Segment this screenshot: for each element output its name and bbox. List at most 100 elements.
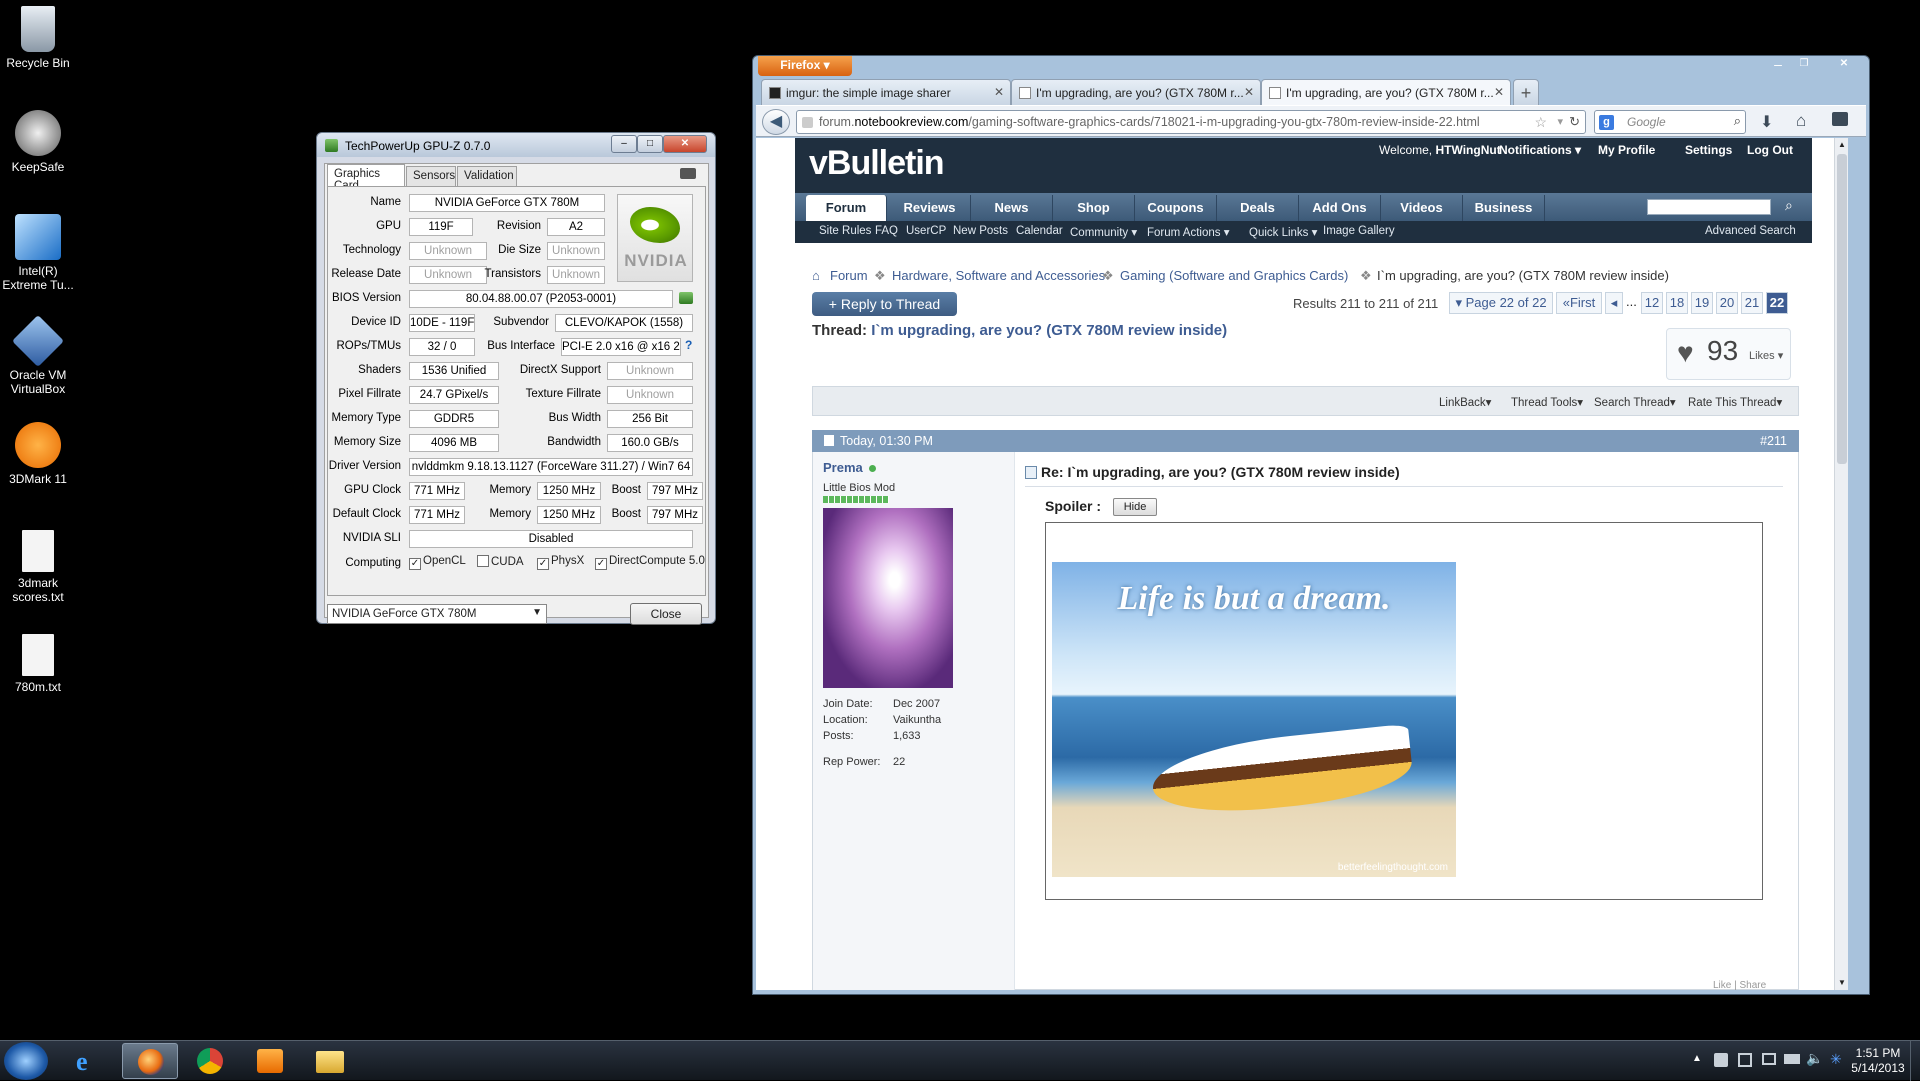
settings-link[interactable]: Settings [1685, 143, 1732, 157]
desktop-icon-keepsafe[interactable]: KeepSafe [0, 110, 76, 174]
likes-box[interactable]: ♥ 93 Likes ▾ [1666, 328, 1791, 380]
post-author-link[interactable]: Prema [823, 460, 877, 475]
page-first-link[interactable]: «First [1556, 292, 1602, 314]
bookmark-star-icon[interactable]: ☆ [1534, 114, 1547, 131]
browser-tab-imgur[interactable]: imgur: the simple image sharer ✕ [761, 79, 1011, 105]
nav-reviews[interactable]: Reviews [889, 195, 971, 221]
page-link-21[interactable]: 21 [1741, 292, 1763, 314]
home-icon[interactable]: ⌂ [1796, 111, 1806, 131]
maximize-button[interactable]: □ [637, 135, 663, 153]
checkbox-directcompute[interactable]: ✓ DirectCompute 5.0 [595, 555, 705, 570]
vbulletin-logo[interactable]: vBulletin [809, 144, 945, 183]
nav-videos[interactable]: Videos [1381, 195, 1463, 221]
close-icon[interactable]: ✕ [663, 135, 707, 153]
search-icon[interactable]: ⌕ [1785, 197, 1793, 214]
page-scrollbar[interactable]: ▲ ▼ [1834, 138, 1848, 990]
gpuz-titlebar[interactable]: TechPowerUp GPU-Z 0.7.0 – □ ✕ [317, 133, 715, 157]
tray-power-icon[interactable] [1784, 1054, 1800, 1064]
desktop-icon-recycle-bin[interactable]: Recycle Bin [0, 6, 76, 70]
post-footer-links[interactable]: Like | Share [1713, 980, 1766, 990]
username-link[interactable]: HTWingNut [1435, 143, 1500, 157]
browser-tab-forum-1[interactable]: I'm upgrading, are you? (GTX 780M r... ✕ [1011, 79, 1261, 105]
post-number-link[interactable]: #211 [1760, 434, 1787, 448]
forum-search-input[interactable] [1647, 199, 1771, 215]
start-button[interactable] [4, 1042, 48, 1080]
page-link-20[interactable]: 20 [1716, 292, 1738, 314]
page-link-19[interactable]: 19 [1691, 292, 1713, 314]
subnav-calendar[interactable]: Calendar [1016, 225, 1063, 237]
tab-validation[interactable]: Validation [457, 166, 517, 186]
search-input[interactable]: g Google ⌕ [1594, 110, 1746, 134]
advanced-search-link[interactable]: Advanced Search [1705, 225, 1796, 237]
nav-news[interactable]: News [971, 195, 1053, 221]
scroll-up-icon[interactable]: ▲ [1835, 138, 1848, 152]
home-icon[interactable]: ⌂ [812, 268, 820, 283]
checkbox-cuda[interactable]: CUDA [477, 555, 524, 568]
back-button[interactable]: ◀ [762, 109, 790, 135]
clock[interactable]: 1:51 PM 5/14/2013 [1846, 1046, 1910, 1076]
new-tab-button[interactable]: + [1513, 79, 1539, 105]
taskbar-media-player[interactable] [242, 1043, 298, 1079]
page-jump-dropdown[interactable]: ▾ Page 22 of 22 [1449, 292, 1553, 314]
desktop-icon-virtualbox[interactable]: Oracle VM VirtualBox [0, 314, 76, 396]
tab-sensors[interactable]: Sensors [406, 166, 456, 186]
close-icon[interactable]: ✕ [1821, 56, 1867, 74]
breadcrumb-gaming[interactable]: Gaming (Software and Graphics Cards) [1120, 268, 1348, 283]
bus-help-icon[interactable]: ? [685, 338, 692, 352]
history-dropdown-icon[interactable]: ▾ [1557, 115, 1563, 128]
checkbox-opencl[interactable]: ✓ OpenCL [409, 555, 466, 570]
linkback-menu[interactable]: LinkBack▾ [1439, 395, 1491, 409]
nav-business[interactable]: Business [1463, 195, 1545, 221]
subnav-faq[interactable]: FAQ [875, 225, 898, 237]
save-bios-icon[interactable] [679, 292, 693, 304]
close-tab-icon[interactable]: ✕ [994, 85, 1004, 99]
nav-shop[interactable]: Shop [1053, 195, 1135, 221]
nav-deals[interactable]: Deals [1217, 195, 1299, 221]
gpu-select[interactable]: NVIDIA GeForce GTX 780M ▼ [327, 604, 547, 624]
page-link-12[interactable]: 12 [1641, 292, 1663, 314]
thread-tools-menu[interactable]: Thread Tools▾ [1511, 395, 1583, 409]
tray-expand-icon[interactable]: ▲ [1692, 1053, 1702, 1064]
close-tab-icon[interactable]: ✕ [1244, 85, 1254, 99]
desktop-icon-780m-txt[interactable]: 780m.txt [0, 634, 76, 694]
desktop-icon-3dmark[interactable]: 3DMark 11 [0, 422, 76, 486]
tray-wifi-icon[interactable]: ✳ [1830, 1051, 1842, 1068]
scroll-down-icon[interactable]: ▼ [1835, 976, 1848, 990]
addon-icon[interactable] [1832, 112, 1848, 126]
tray-network-icon[interactable] [1738, 1053, 1752, 1067]
scroll-thumb[interactable] [1837, 154, 1847, 464]
firefox-menu-button[interactable]: Firefox ▾ [758, 56, 852, 76]
subnav-community[interactable]: Community ▾ [1070, 225, 1137, 239]
search-thread-menu[interactable]: Search Thread▾ [1594, 395, 1676, 409]
checkbox-physx[interactable]: ✓ PhysX [537, 555, 584, 570]
close-tab-icon[interactable]: ✕ [1494, 85, 1504, 99]
page-link-18[interactable]: 18 [1666, 292, 1688, 314]
subnav-site-rules[interactable]: Site Rules [819, 225, 871, 237]
nav-add-ons[interactable]: Add Ons [1299, 195, 1381, 221]
subnav-image-gallery[interactable]: Image Gallery [1323, 225, 1395, 237]
page-prev-icon[interactable]: ◂ [1605, 292, 1623, 314]
subnav-quick-links[interactable]: Quick Links ▾ [1249, 225, 1317, 239]
tray-app-icon[interactable] [1714, 1053, 1728, 1067]
nav-forum[interactable]: Forum [806, 195, 887, 221]
subnav-new-posts[interactable]: New Posts [953, 225, 1008, 237]
maximize-button[interactable]: ❐ [1791, 56, 1817, 74]
volume-icon[interactable]: 🔈 [1806, 1050, 1823, 1067]
nav-coupons[interactable]: Coupons [1135, 195, 1217, 221]
show-desktop-button[interactable] [1910, 1041, 1920, 1081]
gpuz-close-button[interactable]: Close [630, 603, 702, 625]
minimize-button[interactable]: – [1765, 56, 1791, 74]
subnav-usercp[interactable]: UserCP [906, 225, 946, 237]
minimize-button[interactable]: – [611, 135, 637, 153]
camera-icon[interactable] [680, 168, 696, 179]
page-link-22[interactable]: 22 [1766, 292, 1788, 314]
logout-link[interactable]: Log Out [1747, 143, 1793, 157]
desktop-icon-intel-xtu[interactable]: Intel(R) Extreme Tu... [0, 214, 76, 292]
breadcrumb-hardware[interactable]: Hardware, Software and Accessories [892, 268, 1105, 283]
desktop-icon-3dmark-scores[interactable]: 3dmark scores.txt [0, 530, 76, 604]
my-profile-link[interactable]: My Profile [1598, 143, 1655, 157]
tray-monitor-icon[interactable] [1762, 1053, 1776, 1065]
user-avatar[interactable] [823, 508, 953, 688]
post-image[interactable]: Life is but a dream. betterfeelingthough… [1052, 562, 1456, 877]
spoiler-hide-button[interactable]: Hide [1113, 498, 1157, 516]
